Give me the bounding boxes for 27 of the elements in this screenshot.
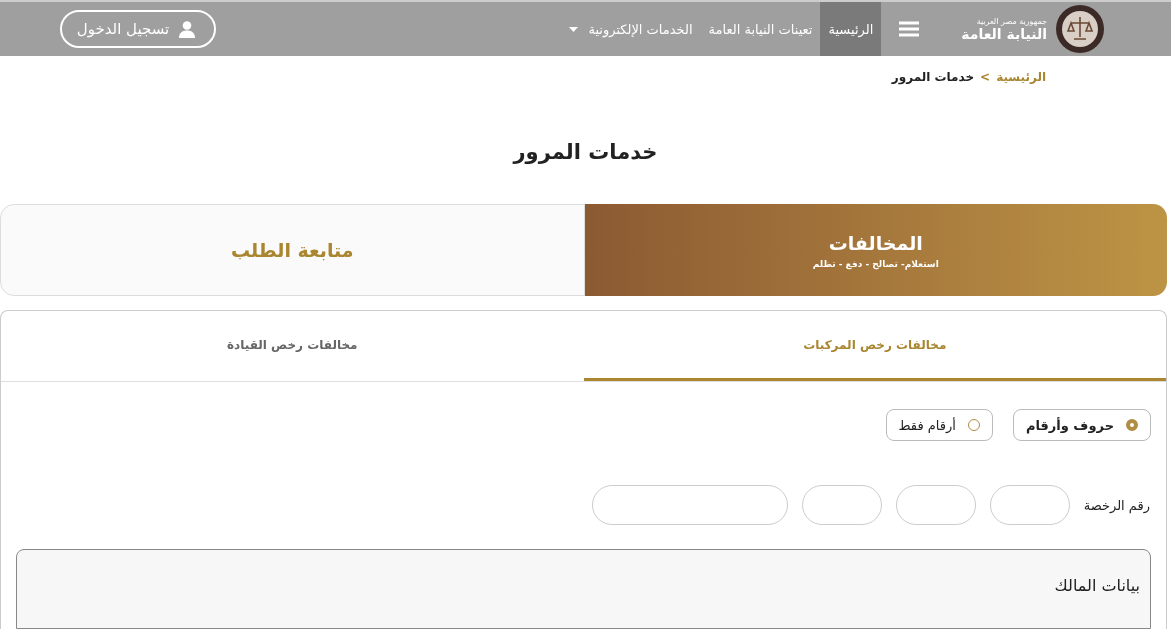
owner-data-title: بيانات المالك	[1054, 576, 1140, 595]
radio-option[interactable]: أرقام فقط	[885, 409, 993, 441]
input-field[interactable]	[591, 485, 788, 525]
breadcrumb-link[interactable]: الرئيسية	[996, 70, 1046, 84]
license-number-label: رقم الرخصة	[1083, 497, 1150, 513]
sub-tab[interactable]: مخالفات رخص القيادة	[1, 311, 584, 381]
page-title: خدمات المرور	[511, 140, 659, 166]
input-field[interactable]	[989, 485, 1070, 525]
user-icon	[179, 20, 196, 38]
logo-caption: جمهورية مصر العربية	[976, 16, 1047, 26]
input-field[interactable]	[895, 485, 976, 525]
nav-link[interactable]: الخدمات الإلكترونية	[561, 2, 701, 56]
sub-tab[interactable]: مخالفات رخص المركبات	[583, 311, 1166, 381]
login-button[interactable]: تسجيل الدخول	[60, 10, 216, 48]
nav-link[interactable]: تعينات النيابة العامة	[700, 2, 821, 56]
menu-icon	[899, 21, 920, 37]
breadcrumb-link[interactable]: >	[980, 70, 991, 84]
service-tab[interactable]: متابعة الطلب	[0, 204, 585, 296]
caret-icon	[569, 26, 579, 32]
service-tab[interactable]: المخالفات استعلام- تصالح - دفع - تظلم	[584, 204, 1167, 296]
radio-indicator[interactable]	[1126, 419, 1138, 431]
emblem-logo-icon	[1055, 4, 1105, 54]
nav-link[interactable]: الرئيسية	[820, 2, 882, 56]
logo-title: النيابة العامة	[961, 25, 1047, 42]
input-field[interactable]	[801, 485, 882, 525]
radio-option[interactable]: حروف وأرقام	[1012, 409, 1151, 441]
breadcrumb-current: خدمات المرور	[891, 70, 975, 84]
